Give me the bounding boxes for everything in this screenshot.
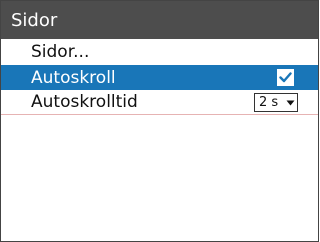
menu-item-label: Sidor... xyxy=(31,42,90,62)
menu-item-label: Autoskroll xyxy=(31,67,116,88)
menu-list: Sidor... Autoskroll Autoskrolltid 2 s xyxy=(1,39,318,115)
checkmark-icon xyxy=(279,72,292,83)
menu-item-sidor[interactable]: Sidor... xyxy=(1,39,318,65)
dropdown-arrow-icon xyxy=(283,100,297,106)
menu-item-autoskroll[interactable]: Autoskroll xyxy=(1,65,318,90)
autoskrolltid-dropdown[interactable]: 2 s xyxy=(254,93,298,112)
menu-item-label: Autoskrolltid xyxy=(31,92,138,112)
title-bar: Sidor xyxy=(1,1,318,39)
menu-item-autoskrolltid[interactable]: Autoskrolltid 2 s xyxy=(1,90,318,115)
dropdown-value: 2 s xyxy=(259,95,279,110)
settings-panel: Sidor Sidor... Autoskroll Autoskrolltid … xyxy=(0,0,319,242)
window-title: Sidor xyxy=(11,9,58,31)
autoskroll-checkbox[interactable] xyxy=(277,69,294,86)
